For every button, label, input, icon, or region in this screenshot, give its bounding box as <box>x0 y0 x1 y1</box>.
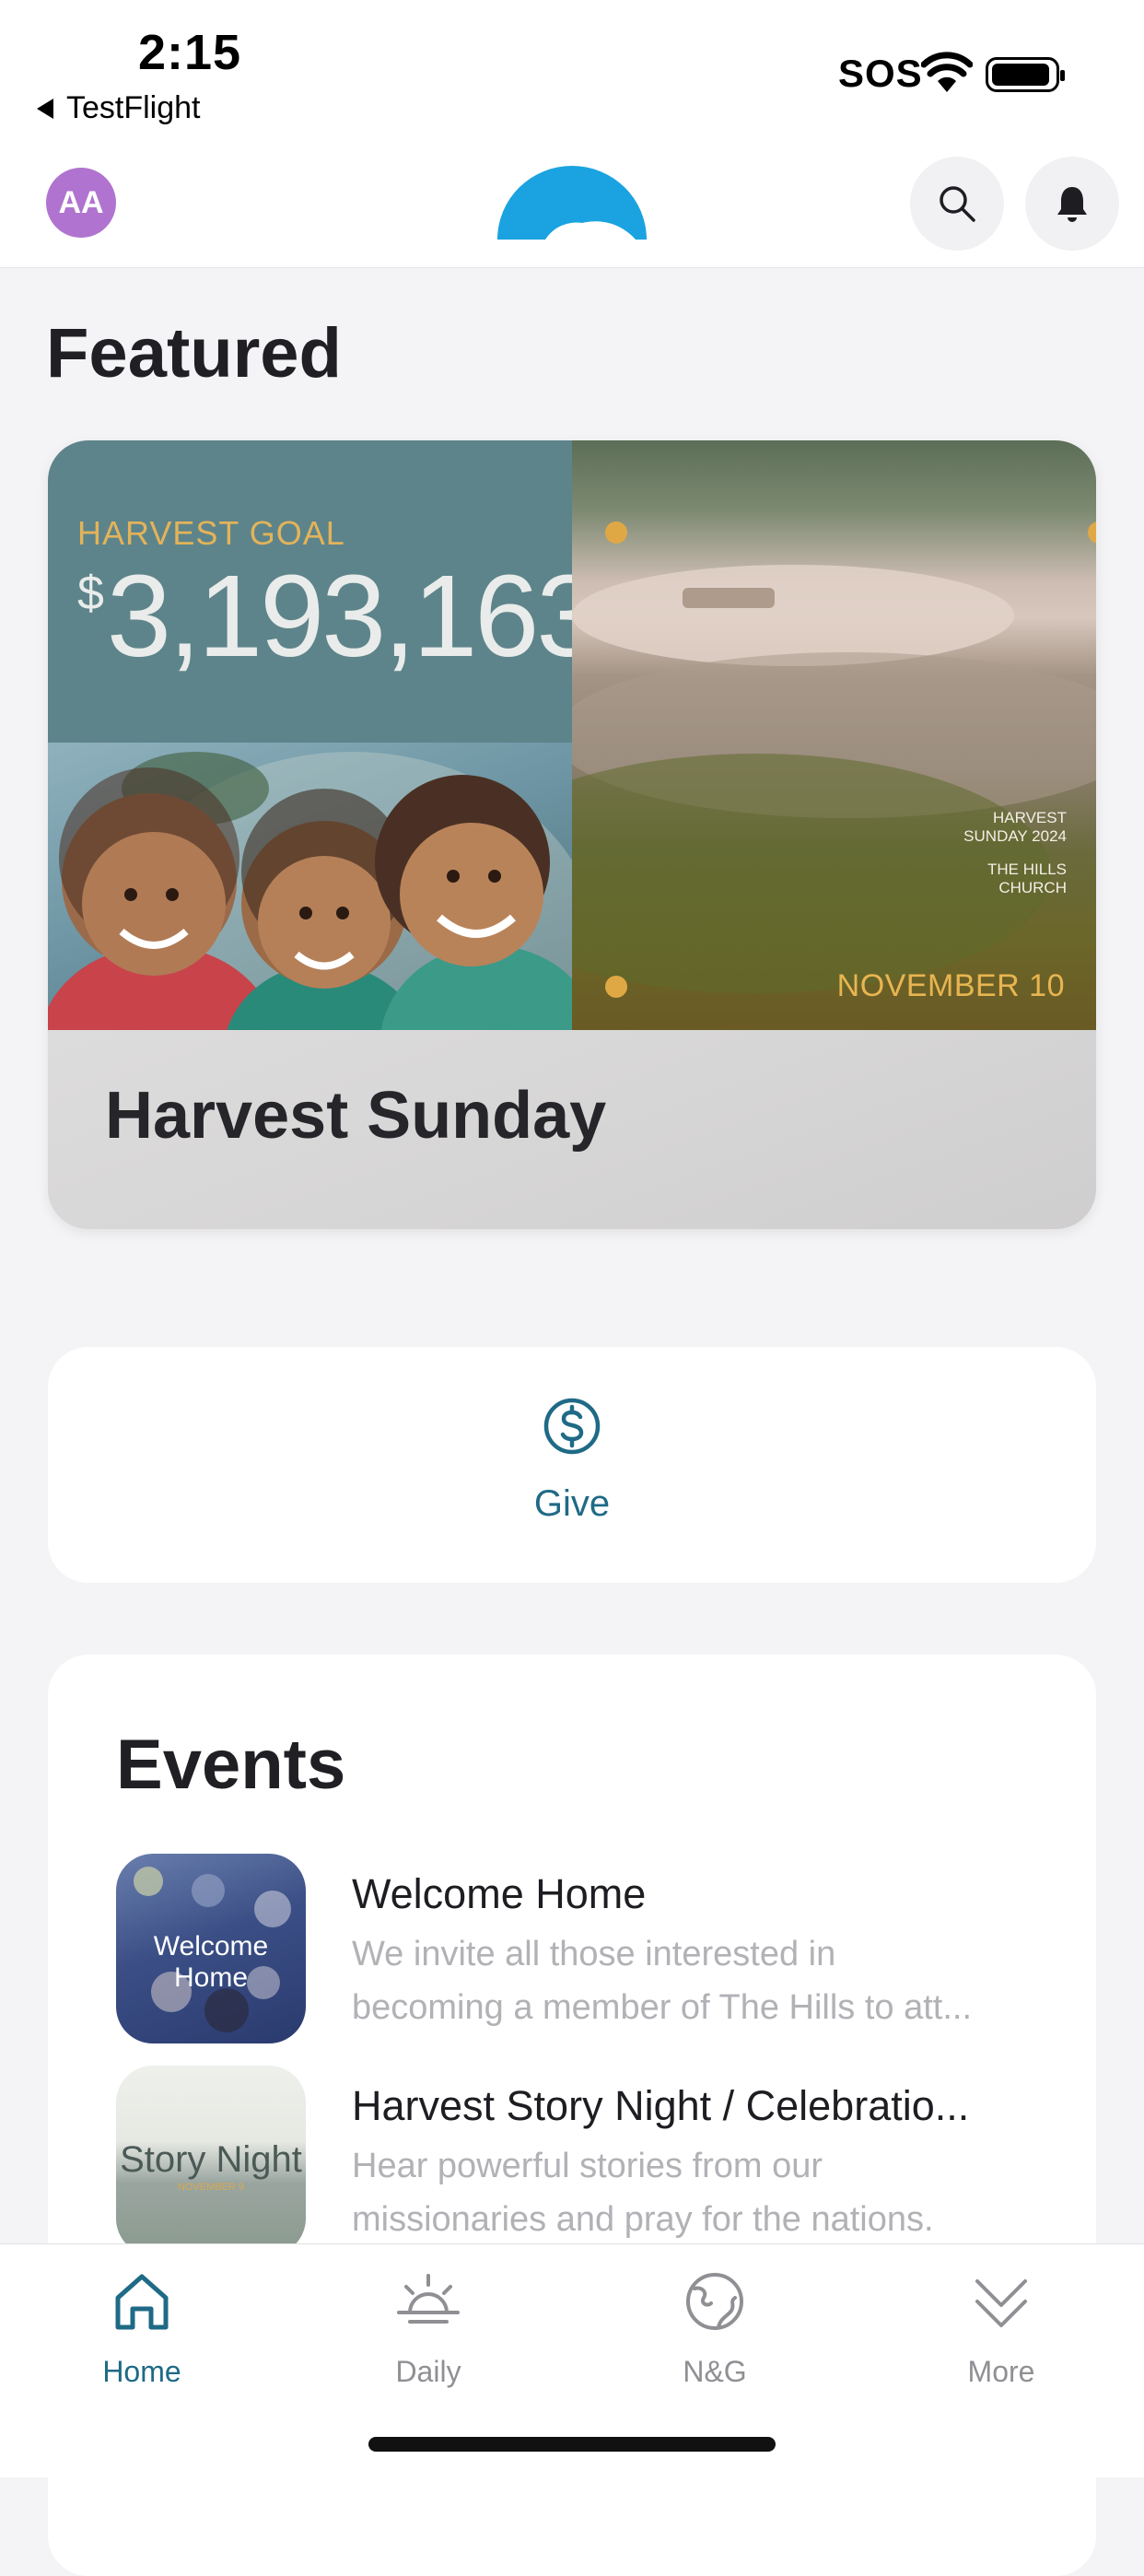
sunrise-icon <box>397 2274 460 2324</box>
featured-heading: Featured <box>46 314 342 392</box>
children-photo <box>48 743 572 1030</box>
church-line-1: THE HILLS <box>987 861 1067 878</box>
tab-ng[interactable]: N&G <box>613 2268 816 2406</box>
featured-banner: HARVEST GOAL $3,193,163 HARVEST SUNDAY 2… <box>48 440 1096 1030</box>
give-button[interactable]: Give <box>48 1347 1096 1583</box>
event-title: Harvest Story Night / Celebratio... <box>352 2082 970 2129</box>
event-title: Welcome Home <box>352 1870 647 1917</box>
featured-card[interactable]: HARVEST GOAL $3,193,163 HARVEST SUNDAY 2… <box>48 440 1096 1229</box>
event-thumbnail: Story Night NOVEMBER 9 <box>116 2066 306 2255</box>
event-date: NOVEMBER 10 <box>836 968 1065 1003</box>
notifications-button[interactable] <box>1025 157 1119 251</box>
goal-amount-value: 3,193,163 <box>106 551 601 681</box>
status-time: 2:15 <box>138 25 242 80</box>
harvest-goal-panel: HARVEST GOAL $3,193,163 <box>48 440 601 743</box>
event-thumbnail: Welcome Home <box>116 1854 306 2043</box>
give-label: Give <box>533 1483 611 1524</box>
featured-card-title: Harvest Sunday <box>105 1079 607 1153</box>
tab-home[interactable]: Home <box>41 2268 243 2406</box>
event-name-line-1: HARVEST <box>993 809 1067 826</box>
status-bar: 2:15 TestFlight SOS <box>0 0 1144 157</box>
goal-currency: $ <box>77 567 104 620</box>
dollar-circle-icon <box>543 1398 601 1455</box>
profile-avatar[interactable]: AA <box>46 168 116 238</box>
events-heading: Events <box>116 1726 346 1804</box>
event-description-line-1: Hear powerful stories from our <box>352 2147 823 2185</box>
event-description-line-2: missionaries and pray for the nations. <box>352 2200 934 2239</box>
goal-label: HARVEST GOAL <box>77 514 345 552</box>
event-name-line-2: SUNDAY 2024 <box>963 827 1067 845</box>
bell-icon <box>1057 187 1087 222</box>
goal-amount: $3,193,163 <box>77 549 601 683</box>
landscape-photo: HARVEST SUNDAY 2024 THE HILLS CHURCH NOV… <box>572 440 1096 1030</box>
home-indicator[interactable] <box>368 2437 776 2452</box>
event-name-caption: HARVEST SUNDAY 2024 <box>963 809 1067 846</box>
chevron-down-icon <box>975 2279 1027 2327</box>
event-item-story-night[interactable]: Story Night NOVEMBER 9 Harvest Story Nig… <box>116 2066 1037 2255</box>
event-description-line-2: becoming a member of The Hills to att... <box>352 1988 973 2027</box>
app-header: AA <box>0 157 1144 268</box>
wifi-icon <box>921 52 973 92</box>
search-button[interactable] <box>910 157 1004 251</box>
back-app-label: TestFlight <box>66 90 201 125</box>
tab-daily-label: Daily <box>395 2355 461 2388</box>
battery-icon <box>986 57 1065 92</box>
avatar-initials: AA <box>58 184 104 220</box>
event-description-line-1: We invite all those interested in <box>352 1935 836 1973</box>
back-arrow-icon <box>37 98 53 119</box>
back-to-app-link[interactable]: TestFlight <box>37 90 201 126</box>
event-thumbnail-subcaption: NOVEMBER 9 <box>177 2182 245 2193</box>
tab-daily[interactable]: Daily <box>327 2268 530 2406</box>
tab-more-label: More <box>967 2355 1035 2388</box>
event-thumbnail-caption: Story Night <box>120 2139 302 2180</box>
carrier-label: SOS <box>838 52 923 95</box>
tab-ng-label: N&G <box>683 2355 747 2388</box>
church-name-caption: THE HILLS CHURCH <box>987 861 1067 897</box>
event-item-welcome-home[interactable]: Welcome Home Welcome Home We invite all … <box>116 1854 1037 2043</box>
search-icon <box>940 186 975 222</box>
tab-more[interactable]: More <box>900 2268 1103 2406</box>
event-thumbnail-caption: Welcome Home <box>153 1931 269 1993</box>
event-description: Hear powerful stories from our missionar… <box>352 2139 1052 2246</box>
home-icon <box>115 2274 169 2330</box>
tab-home-label: Home <box>102 2355 181 2388</box>
event-description: We invite all those interested in becomi… <box>352 1927 1052 2034</box>
globe-icon <box>686 2273 743 2330</box>
church-line-2: CHURCH <box>998 879 1067 896</box>
featured-card-footer: Harvest Sunday <box>48 1030 1096 1229</box>
church-logo <box>497 166 647 240</box>
